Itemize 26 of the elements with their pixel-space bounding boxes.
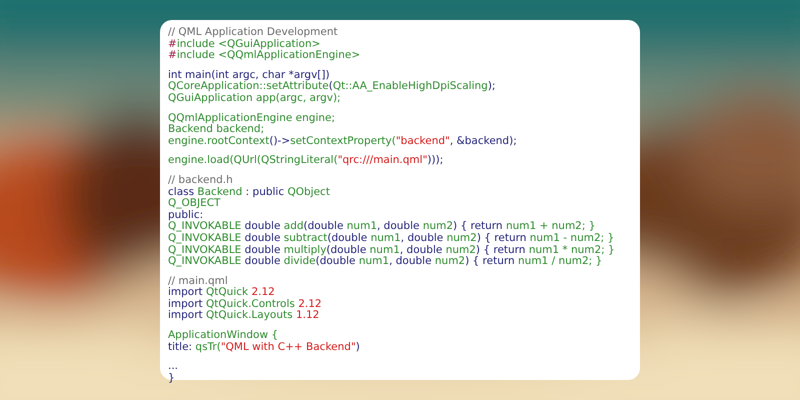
code-line: Q_OBJECT bbox=[168, 198, 220, 210]
code-line: QCoreApplication::setAttribute(Qt::AA_EnableHighDpiScaling); bbox=[168, 81, 496, 93]
code-line: import QtQuick.Layouts 1.12 bbox=[168, 310, 320, 322]
code-line: import QtQuick 2.12 bbox=[168, 287, 275, 299]
code-line: Backend backend; bbox=[168, 124, 264, 136]
code-line: Q_INVOKABLE double subtract(double num1, double num2) { return num1 - num2; } bbox=[168, 232, 614, 244]
code-line: // QML Application Development bbox=[168, 27, 338, 39]
code-line: #include <QQmlApplicationEngine> bbox=[168, 50, 360, 62]
code-line: Q_INVOKABLE double multiply(double num1, double num2) { return num1 * num2; } bbox=[168, 244, 615, 256]
code-line: title: qsTr("QML with C++ Backend") bbox=[168, 342, 360, 354]
code-line: // backend.h bbox=[168, 174, 233, 187]
code-line: ... bbox=[168, 361, 178, 373]
code-line: engine.rootContext()->setContextProperty("backend", &backend); bbox=[168, 136, 517, 148]
code-line: } bbox=[168, 372, 175, 384]
code-line: int main(int argc, char *argv[]) bbox=[168, 70, 330, 82]
code-line: import QtQuick.Controls 2.12 bbox=[168, 298, 322, 310]
code-line: class Backend : public QObject bbox=[168, 186, 330, 198]
code-line: // main.qml bbox=[168, 276, 228, 287]
code-line: engine.load(QUrl(QStringLiteral("qrc:///main.qml"))); bbox=[168, 155, 444, 167]
code-line: Q_INVOKABLE double divide(double num1, double num2) { return num1 / num2; } bbox=[168, 256, 602, 268]
code-line: QGuiApplication app(argc, argv); bbox=[168, 92, 341, 105]
code-line: ApplicationWindow { bbox=[168, 330, 278, 342]
code-line: Q_INVOKABLE double add(double num1, double num2) { return num1 + num2; } bbox=[168, 221, 596, 233]
code-line: QQmlApplicationEngine engine; bbox=[168, 112, 336, 124]
code-line: public: bbox=[168, 210, 204, 221]
code-line: #include <QGuiApplication> bbox=[168, 38, 320, 50]
